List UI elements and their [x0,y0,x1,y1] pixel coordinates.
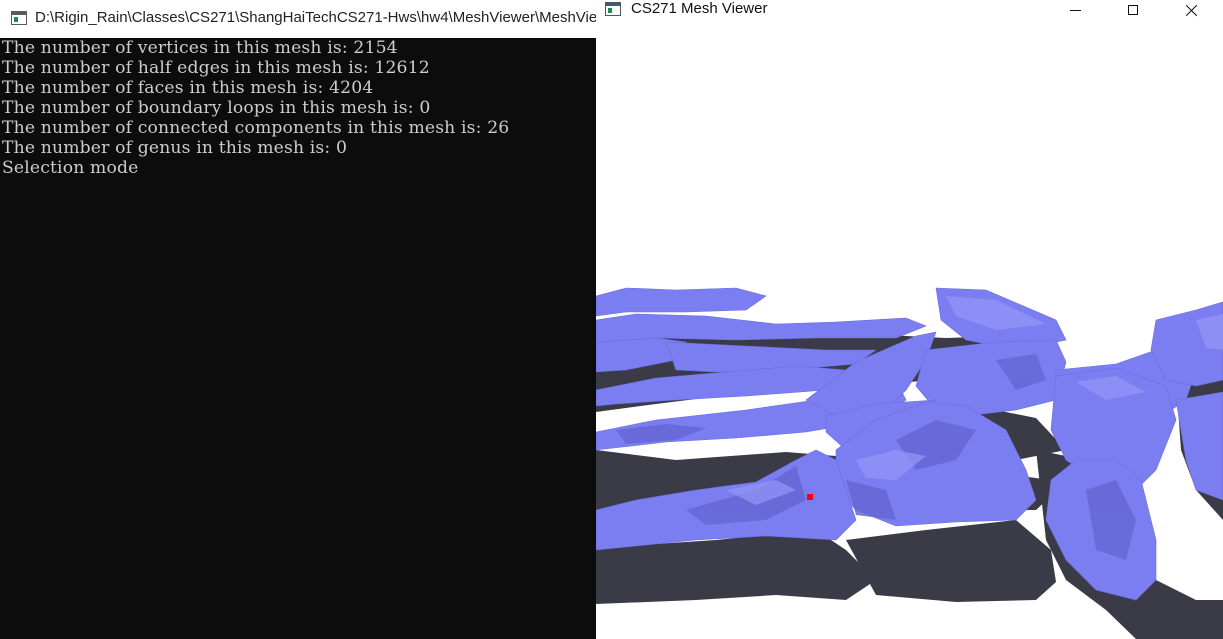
selected-vertex-marker [807,494,813,500]
viewer-titlebar[interactable]: CS271 Mesh Viewer [596,0,1223,20]
mesh-render [596,287,1223,639]
console-window[interactable]: D:\Rigin_Rain\Classes\CS271\ShangHaiTech… [0,0,596,639]
minimize-icon [1069,10,1081,11]
mesh-render-canvas[interactable] [596,20,1223,639]
console-app-icon [11,11,27,25]
console-line: The number of half edges in this mesh is… [2,58,430,78]
console-line: The number of connected components in th… [2,118,510,138]
console-title: D:\Rigin_Rain\Classes\CS271\ShangHaiTech… [35,9,596,26]
viewer-app-icon [605,2,621,16]
close-button[interactable] [1162,0,1220,20]
maximize-icon [1128,5,1138,15]
console-titlebar[interactable]: D:\Rigin_Rain\Classes\CS271\ShangHaiTech… [0,0,596,38]
console-line: The number of faces in this mesh is: 420… [2,78,374,98]
close-icon [1185,4,1198,17]
console-line: Selection mode [2,158,139,178]
console-line: The number of boundary loops in this mes… [2,98,431,118]
console-output: The number of vertices in this mesh is: … [0,38,596,639]
console-line: The number of vertices in this mesh is: … [2,38,398,58]
mesh-viewer-window[interactable]: CS271 Mesh Viewer [596,0,1223,639]
console-line: The number of genus in this mesh is: 0 [2,138,348,158]
viewer-title: CS271 Mesh Viewer [631,0,768,17]
minimize-button[interactable] [1046,0,1104,20]
maximize-button[interactable] [1104,0,1162,20]
